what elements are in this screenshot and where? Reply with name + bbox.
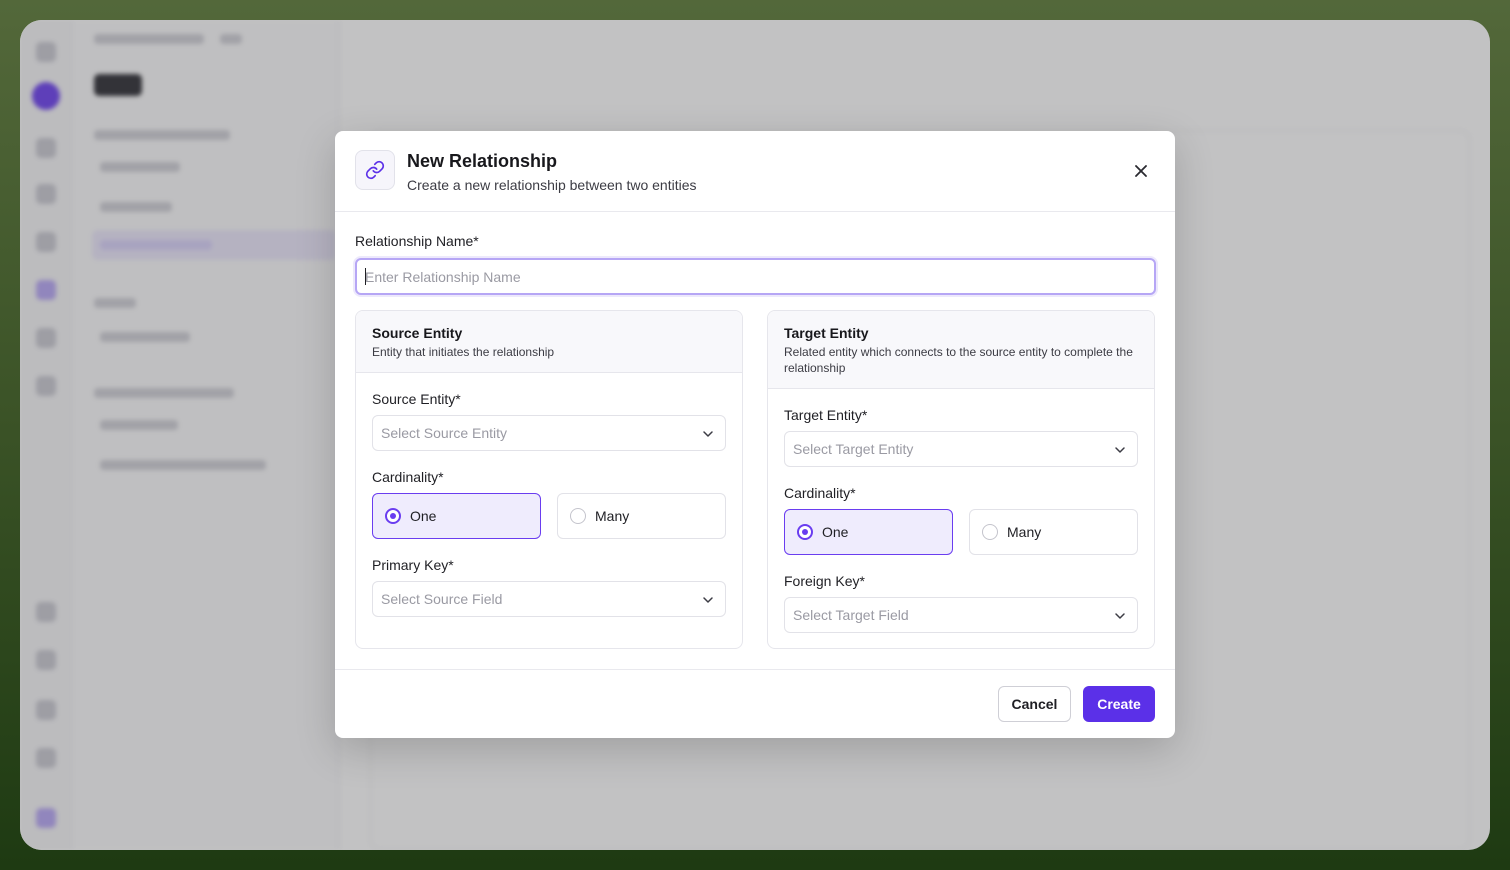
- new-relationship-dialog: New Relationship Create a new relationsh…: [335, 131, 1175, 738]
- cancel-button[interactable]: Cancel: [998, 686, 1071, 722]
- target-cardinality-one[interactable]: One: [784, 509, 953, 555]
- target-cardinality-label: Cardinality*: [784, 485, 856, 501]
- create-button[interactable]: Create: [1083, 686, 1155, 722]
- target-entity-label: Target Entity*: [784, 407, 868, 423]
- dialog-title: New Relationship: [407, 151, 558, 171]
- target-panel-header: Target Entity Related entity which conne…: [768, 311, 1154, 389]
- primary-key-placeholder: Select Source Field: [381, 591, 503, 607]
- chevron-down-icon: [703, 431, 713, 437]
- source-panel-header: Source Entity Entity that initiates the …: [356, 311, 742, 373]
- target-entity-panel: Target Entity Related entity which conne…: [767, 310, 1155, 649]
- relationship-name-input[interactable]: [355, 258, 1156, 295]
- source-cardinality-many[interactable]: Many: [557, 493, 726, 539]
- app-window: New Relationship Create a new relationsh…: [20, 20, 1490, 850]
- chevron-down-icon: [1115, 447, 1125, 453]
- relationship-name-label: Relationship Name*: [355, 233, 479, 249]
- source-panel-description: Entity that initiates the relationship: [372, 345, 555, 359]
- source-panel-title: Source Entity: [372, 325, 463, 341]
- chevron-down-icon: [1115, 613, 1125, 619]
- text-caret: [365, 268, 366, 285]
- source-entity-select[interactable]: Select Source Entity: [372, 415, 726, 451]
- chevron-down-icon: [703, 597, 713, 603]
- target-panel-title: Target Entity: [784, 325, 869, 341]
- radio-unselected-icon: [982, 524, 998, 540]
- foreign-key-select[interactable]: Select Target Field: [784, 597, 1138, 633]
- foreign-key-placeholder: Select Target Field: [793, 607, 909, 623]
- close-button[interactable]: [1129, 159, 1153, 183]
- source-cardinality-one-label: One: [410, 508, 437, 524]
- source-entity-placeholder: Select Source Entity: [381, 425, 508, 441]
- link-icon: [355, 150, 395, 190]
- radio-selected-icon: [385, 508, 401, 524]
- dialog-footer: Cancel Create: [335, 669, 1175, 738]
- source-cardinality-one[interactable]: One: [372, 493, 541, 539]
- target-entity-placeholder: Select Target Entity: [793, 441, 914, 457]
- primary-key-label: Primary Key*: [372, 557, 454, 573]
- source-entity-panel: Source Entity Entity that initiates the …: [355, 310, 743, 649]
- source-entity-label: Source Entity*: [372, 391, 461, 407]
- radio-selected-icon: [797, 524, 813, 540]
- source-cardinality-label: Cardinality*: [372, 469, 444, 485]
- primary-key-select[interactable]: Select Source Field: [372, 581, 726, 617]
- target-cardinality-many[interactable]: Many: [969, 509, 1138, 555]
- target-entity-select[interactable]: Select Target Entity: [784, 431, 1138, 467]
- dialog-subtitle: Create a new relationship between two en…: [407, 177, 697, 193]
- foreign-key-label: Foreign Key*: [784, 573, 865, 589]
- target-cardinality-many-label: Many: [1007, 524, 1042, 540]
- target-panel-description: Related entity which connects to the sou…: [784, 345, 1133, 375]
- dialog-header: New Relationship Create a new relationsh…: [335, 131, 1175, 212]
- close-icon: [1135, 165, 1147, 177]
- target-cardinality-one-label: One: [822, 524, 849, 540]
- radio-unselected-icon: [570, 508, 586, 524]
- source-cardinality-many-label: Many: [595, 508, 630, 524]
